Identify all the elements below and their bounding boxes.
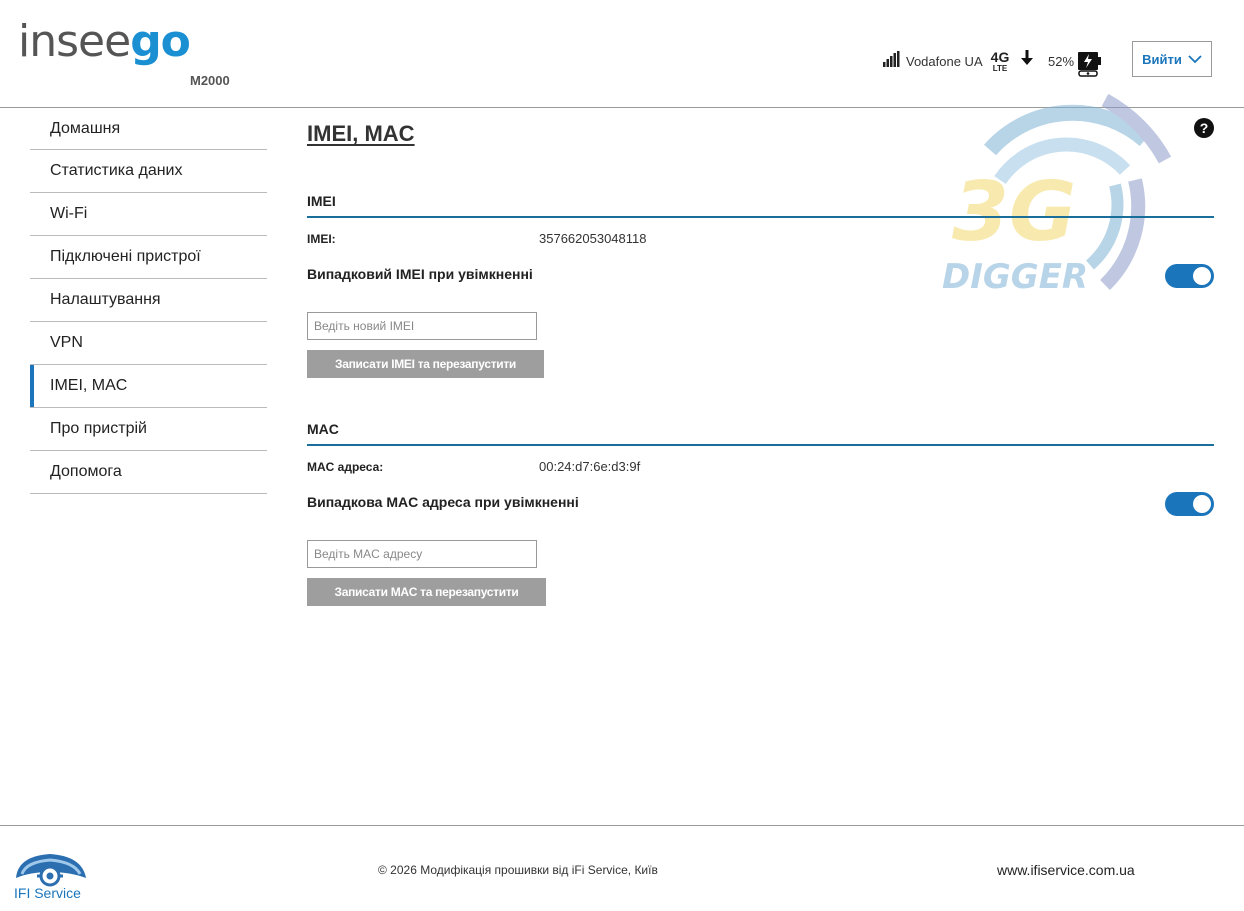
page-title: IMEI, MAC (307, 121, 415, 146)
footer: IFI Service © 2026 Модифікація прошивки … (0, 825, 1244, 911)
new-mac-input[interactable] (307, 540, 537, 568)
logout-button[interactable]: Вийти (1132, 41, 1212, 77)
sidebar-item-imei-mac[interactable]: IMEI, MAC (30, 365, 267, 408)
chevron-down-icon (1188, 55, 1202, 64)
carrier-name: Vodafone UA (906, 54, 983, 69)
sidebar-item-label: VPN (50, 334, 83, 351)
write-mac-restart-button[interactable]: Записати MAC та перезапустити (307, 578, 546, 606)
sidebar-item-home[interactable]: Домашня (30, 108, 267, 150)
sidebar-item-label: Підключені пристрої (50, 248, 201, 265)
sidebar-item-label: Допомога (50, 463, 122, 480)
footer-brand: IFI Service (14, 885, 81, 901)
new-imei-input[interactable] (307, 312, 537, 340)
battery-percentage: 52% (1048, 54, 1075, 69)
imei-value: 357662053048118 (539, 231, 647, 246)
random-imei-toggle[interactable] (1165, 264, 1214, 288)
imei-section-title: IMEI (307, 193, 336, 209)
inseego-logo: inseego (18, 20, 191, 64)
battery-charging-icon (1078, 52, 1101, 77)
signal-strength-icon (883, 51, 900, 67)
sidebar-item-data-statistics[interactable]: Статистика даних (30, 150, 267, 193)
3g-digger-watermark: 3G DIGGER (942, 93, 1172, 297)
sidebar-item-connected-devices[interactable]: Підключені пристрої (30, 236, 267, 279)
sidebar-item-vpn[interactable]: VPN (30, 322, 267, 365)
sidebar-nav: Домашня Статистика даних Wi-Fi Підключен… (30, 108, 267, 494)
network-generation: 4G (990, 49, 1010, 65)
logo-text-accent: go (130, 16, 191, 67)
sidebar-item-label: Налаштування (50, 291, 161, 308)
write-imei-restart-button[interactable]: Записати IMEI та перезапустити (307, 350, 544, 378)
sidebar-item-label: IMEI, MAC (50, 377, 128, 394)
watermark-3g-text: 3G (952, 165, 1076, 260)
sidebar-item-label: Домашня (50, 119, 121, 137)
sidebar-item-label: Wi-Fi (50, 205, 88, 222)
website-link[interactable]: www.ifiservice.com.ua (997, 862, 1135, 878)
sidebar-item-label: Про пристрій (50, 420, 147, 437)
sidebar-item-label: Статистика даних (50, 162, 183, 179)
copyright-text: © 2026 Модифікація прошивки від iFi Serv… (378, 863, 658, 877)
imei-label: IMEI: (307, 232, 336, 246)
device-model: M2000 (190, 73, 230, 88)
random-mac-toggle-label: Випадкова MAC адреса при увімкненні (307, 494, 579, 510)
mac-section-divider (307, 444, 1214, 446)
header: inseego M2000 Vodafone UA 4G LTE 52% Вий… (0, 0, 1244, 108)
network-type: 4G LTE (988, 50, 1012, 73)
download-arrow-icon (1021, 50, 1033, 65)
network-technology: LTE (992, 64, 1008, 73)
mac-value: 00:24:d7:6e:d3:9f (539, 459, 641, 474)
watermark-digger-text: DIGGER (942, 257, 1088, 297)
logo-text-main: insee (18, 16, 131, 67)
mac-section-title: MAC (307, 421, 339, 437)
sidebar-item-help[interactable]: Допомога (30, 451, 267, 494)
sidebar-item-about-device[interactable]: Про пристрій (30, 408, 267, 451)
logout-label: Вийти (1142, 51, 1182, 67)
random-imei-toggle-label: Випадковий IMEI при увімкненні (307, 266, 533, 282)
imei-section-divider (307, 216, 1214, 218)
sidebar-item-wifi[interactable]: Wi-Fi (30, 193, 267, 236)
mac-label: MAC адреса: (307, 460, 384, 474)
random-mac-toggle[interactable] (1165, 492, 1214, 516)
help-icon[interactable]: ? (1194, 118, 1214, 138)
sidebar-item-settings[interactable]: Налаштування (30, 279, 267, 322)
